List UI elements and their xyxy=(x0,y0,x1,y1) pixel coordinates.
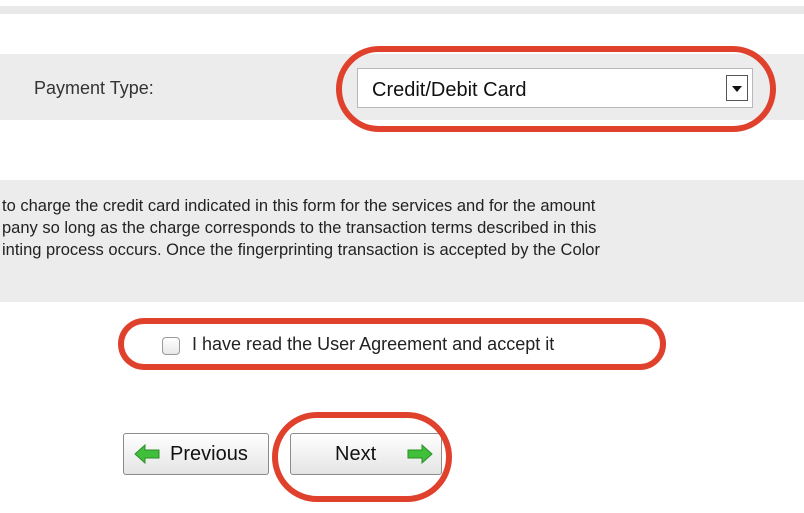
previous-button-label: Previous xyxy=(170,443,248,465)
payment-type-selected-value: Credit/Debit Card xyxy=(372,79,527,101)
arrow-left-icon xyxy=(134,444,160,464)
next-button-label: Next xyxy=(335,443,377,465)
payment-type-label: Payment Type: xyxy=(34,78,154,98)
arrow-right-icon xyxy=(407,444,433,464)
terms-text-block: to charge the credit card indicated in t… xyxy=(0,180,804,302)
user-agreement-label[interactable]: I have read the User Agreement and accep… xyxy=(192,334,554,355)
payment-form-page: Payment Type: Credit/Debit Card to charg… xyxy=(0,0,804,513)
next-button[interactable]: Next xyxy=(290,433,442,475)
user-agreement-checkbox[interactable] xyxy=(162,337,180,355)
terms-line-2: pany so long as the charge corresponds t… xyxy=(2,219,597,237)
top-divider xyxy=(0,6,804,14)
terms-line-3: inting process occurs. Once the fingerpr… xyxy=(2,241,600,259)
payment-type-select[interactable]: Credit/Debit Card xyxy=(357,68,753,108)
terms-line-1: to charge the credit card indicated in t… xyxy=(2,197,596,215)
chevron-down-icon[interactable] xyxy=(726,75,748,101)
previous-button[interactable]: Previous xyxy=(123,433,269,475)
